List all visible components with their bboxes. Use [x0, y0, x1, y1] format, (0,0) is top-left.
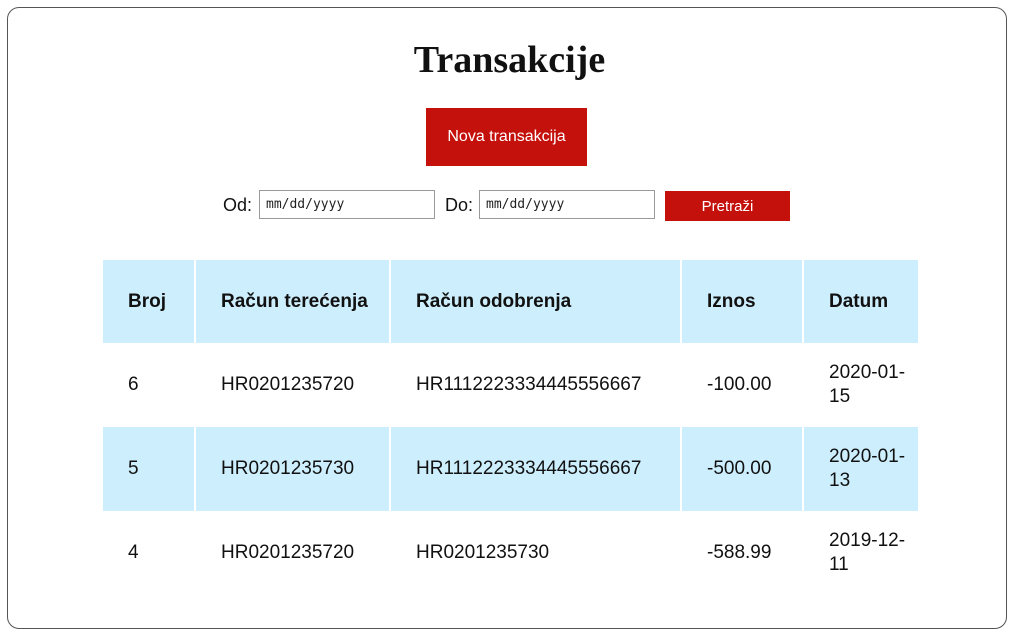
header-debit-account: Račun terećenja: [196, 260, 389, 343]
cell-number: 4: [128, 542, 139, 563]
transactions-table: Broj Račun terećenja Račun odobrenja Izn…: [101, 260, 920, 595]
cell-date: 2020-01-13: [804, 427, 918, 511]
cell-number: 6: [128, 374, 139, 395]
table-row: 6 HR0201235720 HR1112223334445556667 -10…: [103, 343, 918, 427]
cell-credit-account: HR1112223334445556667: [416, 374, 642, 395]
cell-debit-account: HR0201235720: [221, 542, 355, 563]
cell-credit-account: HR1112223334445556667: [391, 427, 680, 511]
date-filter: Od: mm/dd/yyyy Do: mm/dd/yyyy Pretraži: [0, 190, 1019, 221]
header-amount: Iznos: [682, 260, 802, 343]
cell-credit-account: HR0201235730: [416, 542, 550, 563]
search-button[interactable]: Pretraži: [665, 191, 790, 221]
table-row: 4 HR0201235720 HR0201235730 -588.99 2019…: [103, 511, 918, 595]
cell-debit-account: HR0201235720: [221, 374, 355, 395]
cell-date: 2019-12-11: [829, 530, 906, 575]
table-row: 5 HR0201235730 HR1112223334445556667 -50…: [103, 427, 918, 511]
header-credit-account: Račun odobrenja: [391, 260, 680, 343]
page-title: Transakcije: [413, 39, 606, 81]
cell-amount: -500.00: [682, 427, 802, 511]
cell-amount: -100.00: [707, 374, 772, 395]
header-date: Datum: [804, 260, 918, 343]
cell-debit-account: HR0201235730: [196, 427, 389, 511]
header-number: Broj: [103, 260, 194, 343]
from-label: Od:: [223, 195, 253, 215]
to-label: Do:: [445, 195, 474, 215]
table-header-row: Broj Račun terećenja Račun odobrenja Izn…: [103, 260, 918, 343]
cell-amount: -588.99: [707, 542, 772, 563]
new-transaction-button[interactable]: Nova transakcija: [426, 108, 587, 166]
from-date-input[interactable]: mm/dd/yyyy: [259, 190, 435, 219]
cell-number: 5: [103, 427, 194, 511]
to-date-input[interactable]: mm/dd/yyyy: [479, 190, 655, 219]
cell-date: 2020-01-15: [829, 362, 906, 407]
